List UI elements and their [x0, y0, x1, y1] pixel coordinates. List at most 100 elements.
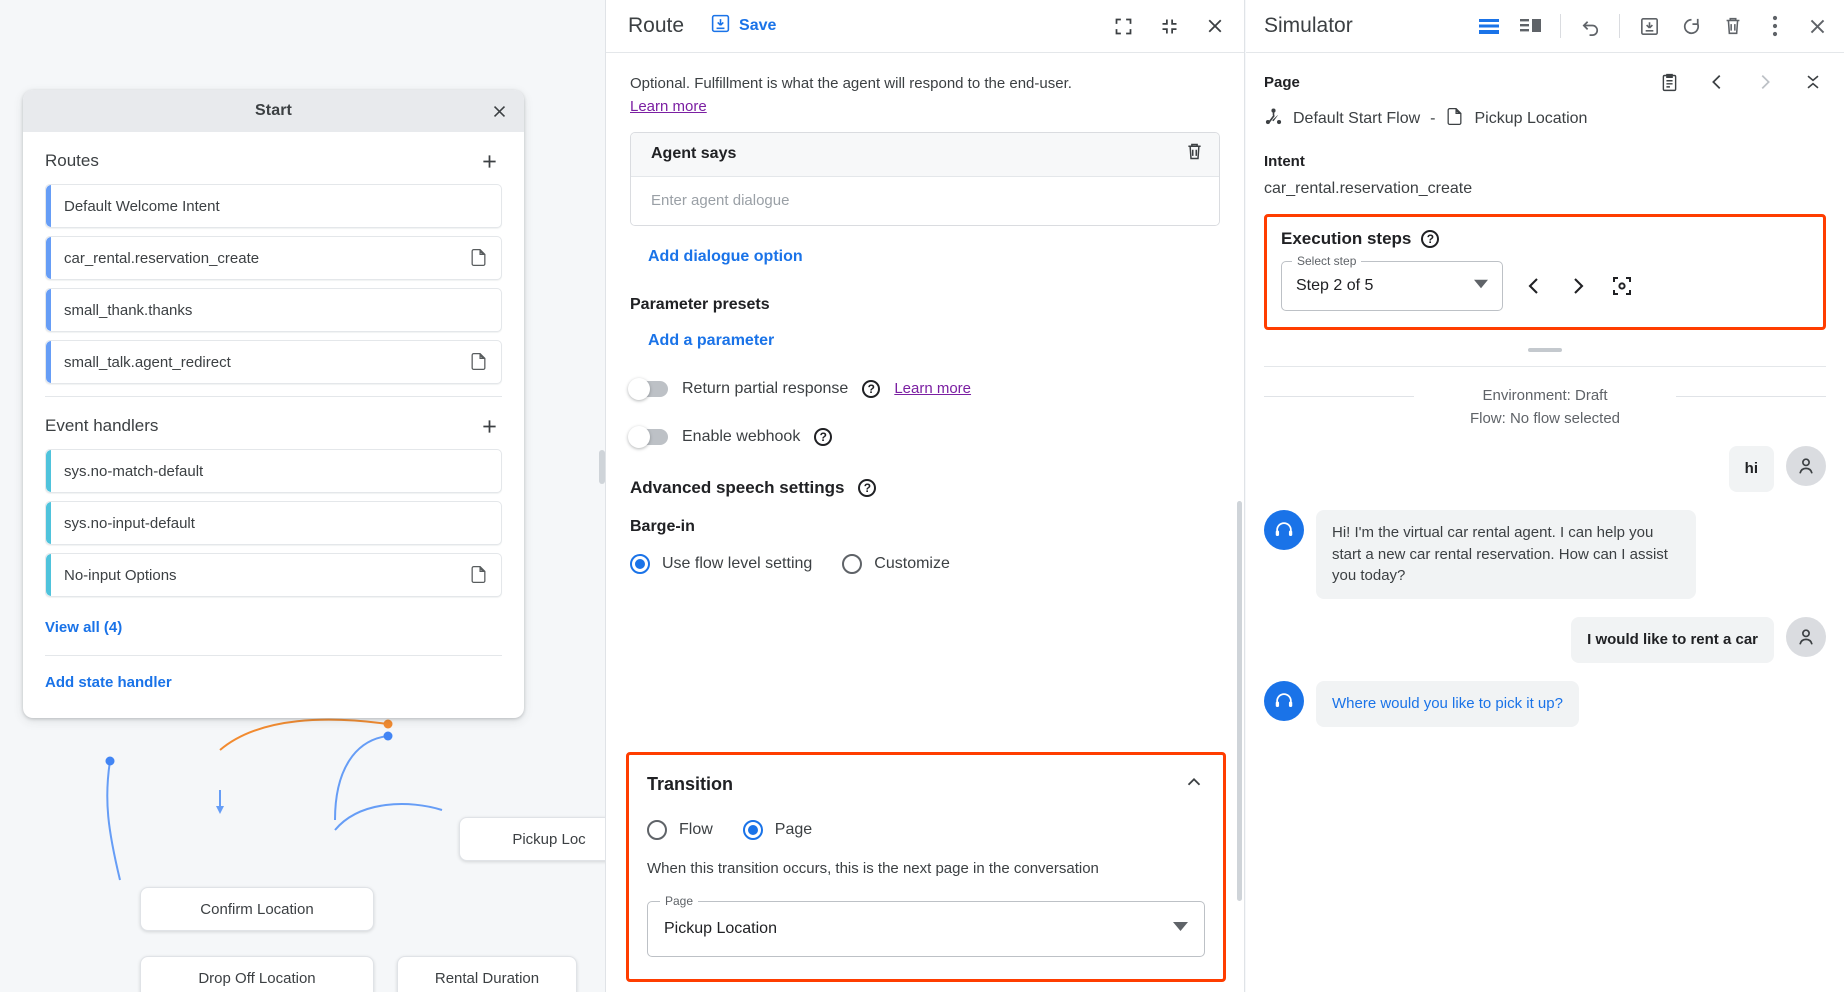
chevron-right-icon[interactable]: [1752, 69, 1778, 95]
routes-label: Routes: [45, 151, 99, 171]
flow-node-label: Rental Duration: [435, 970, 539, 987]
route-panel: Route Save: [605, 0, 1245, 992]
execution-steps-section: Execution steps ? Select step Step 2 of …: [1264, 214, 1826, 330]
stacked-layout-icon[interactable]: [1476, 13, 1502, 39]
breadcrumb-separator: -: [1430, 110, 1435, 128]
learn-more-link[interactable]: Learn more: [630, 98, 707, 115]
radio-use-flow-level-setting[interactable]: [630, 554, 650, 574]
chat-bubble[interactable]: Where would you like to pick it up?: [1316, 681, 1579, 727]
close-icon[interactable]: [1804, 13, 1830, 39]
transition-page-select[interactable]: Page Pickup Location: [647, 901, 1205, 957]
return-partial-response-learn-more[interactable]: Learn more: [894, 380, 971, 397]
barge-in-title: Barge-in: [630, 518, 1220, 536]
enable-webhook-row: Enable webhook ?: [630, 428, 1220, 446]
chevron-left-icon[interactable]: [1704, 69, 1730, 95]
barge-in-option-label: Customize: [874, 555, 950, 573]
chat-bubble: Hi! I'm the virtual car rental agent. I …: [1316, 510, 1696, 599]
trash-icon[interactable]: [1184, 141, 1205, 167]
add-state-handler-link[interactable]: Add state handler: [45, 674, 172, 691]
route-item[interactable]: Default Welcome Intent: [45, 184, 502, 228]
clipboard-icon[interactable]: [1656, 69, 1682, 95]
enable-webhook-label: Enable webhook: [682, 428, 800, 446]
agent-says-header: Agent says: [631, 133, 1219, 177]
route-panel-header: Route Save: [606, 0, 1244, 53]
page-icon: [469, 352, 489, 372]
chat-message-user: hi: [1264, 446, 1826, 492]
flow-canvas[interactable]: Pickup Loc Confirm Location Drop Off Loc…: [0, 0, 605, 992]
flow-node-confirm-location[interactable]: Confirm Location: [140, 887, 374, 931]
agent-says-box: Agent says Enter agent dialogue: [630, 132, 1220, 226]
route-item-label: Default Welcome Intent: [64, 198, 489, 215]
event-handler-item[interactable]: sys.no-input-default: [45, 501, 502, 545]
simulator-toolbar: [1476, 13, 1830, 39]
flow-icon: [1264, 107, 1283, 131]
help-icon[interactable]: ?: [858, 479, 876, 497]
chevron-up-icon[interactable]: [1183, 771, 1205, 798]
download-icon[interactable]: [1636, 13, 1662, 39]
help-icon[interactable]: ?: [862, 380, 880, 398]
help-icon[interactable]: ?: [1421, 230, 1439, 248]
simulator-body: Page: [1246, 69, 1844, 727]
add-dialogue-option-link[interactable]: Add dialogue option: [648, 248, 803, 265]
close-icon[interactable]: [1202, 13, 1228, 39]
fullscreen-icon[interactable]: [1110, 13, 1136, 39]
start-panel-header: Start: [23, 90, 524, 132]
fulfillment-learn-more-row: Learn more: [630, 98, 1220, 116]
flow-name[interactable]: Default Start Flow: [1293, 110, 1420, 128]
collapse-icon[interactable]: [1156, 13, 1182, 39]
save-icon: [710, 13, 731, 39]
add-route-plus-icon[interactable]: [476, 148, 502, 174]
radio-customize[interactable]: [842, 554, 862, 574]
banner-rule-right: [1676, 396, 1826, 397]
radio-flow[interactable]: [647, 820, 667, 840]
radio-page[interactable]: [743, 820, 763, 840]
add-dialogue-option-row: Add dialogue option: [630, 248, 1220, 266]
avatar-user: [1786, 617, 1826, 657]
chevron-down-icon: [1474, 277, 1488, 296]
barge-in-options: Use flow level setting Customize: [630, 554, 1220, 574]
save-label: Save: [739, 17, 776, 35]
resize-grip[interactable]: [1528, 348, 1562, 352]
trash-icon[interactable]: [1720, 13, 1746, 39]
page-name[interactable]: Pickup Location: [1474, 110, 1587, 128]
undo-icon[interactable]: [1577, 13, 1603, 39]
collapse-vertical-icon[interactable]: [1800, 69, 1826, 95]
barge-in-option-label: Use flow level setting: [662, 555, 812, 573]
route-panel-scrollbar[interactable]: [1237, 501, 1242, 901]
restart-icon[interactable]: [1678, 13, 1704, 39]
simulator-panel: Simulator: [1246, 0, 1844, 992]
route-item[interactable]: car_rental.reservation_create: [45, 236, 502, 280]
next-step-button[interactable]: [1565, 273, 1591, 299]
save-button[interactable]: Save: [710, 13, 776, 39]
transition-page-value: Pickup Location: [664, 920, 1173, 938]
event-handler-item[interactable]: sys.no-match-default: [45, 449, 502, 493]
add-event-handler-plus-icon[interactable]: [476, 413, 502, 439]
environment-text: Environment: Draft Flow: No flow selecte…: [1460, 385, 1630, 430]
flow-node-rental-duration[interactable]: Rental Duration: [397, 956, 577, 992]
more-vert-icon[interactable]: [1762, 13, 1788, 39]
agent-dialogue-input[interactable]: Enter agent dialogue: [631, 177, 1219, 225]
event-handler-item[interactable]: No-input Options: [45, 553, 502, 597]
select-step-dropdown[interactable]: Select step Step 2 of 5: [1281, 261, 1503, 311]
prev-step-button[interactable]: [1521, 273, 1547, 299]
routes-section-header: Routes: [23, 132, 524, 184]
toolbar-divider: [1560, 14, 1561, 38]
event-handler-label: sys.no-match-default: [64, 463, 489, 480]
help-icon[interactable]: ?: [814, 428, 832, 446]
return-partial-response-label: Return partial response: [682, 380, 848, 398]
center-focus-icon[interactable]: [1609, 273, 1635, 299]
view-all-link[interactable]: View all (4): [45, 619, 122, 636]
return-partial-response-toggle[interactable]: [630, 381, 668, 397]
simulator-header: Simulator: [1246, 0, 1844, 53]
flow-node-drop-off-location[interactable]: Drop Off Location: [140, 956, 374, 992]
close-icon[interactable]: [486, 98, 512, 124]
banner-rule-left: [1264, 396, 1414, 397]
fulfillment-description: Optional. Fulfillment is what the agent …: [630, 53, 1220, 95]
route-item[interactable]: small_talk.agent_redirect: [45, 340, 502, 384]
transition-page-field-label: Page: [660, 894, 698, 908]
side-layout-icon[interactable]: [1518, 13, 1544, 39]
route-item[interactable]: small_thank.thanks: [45, 288, 502, 332]
add-a-parameter-link[interactable]: Add a parameter: [648, 332, 774, 349]
page-section-icons: [1656, 69, 1826, 95]
enable-webhook-toggle[interactable]: [630, 429, 668, 445]
